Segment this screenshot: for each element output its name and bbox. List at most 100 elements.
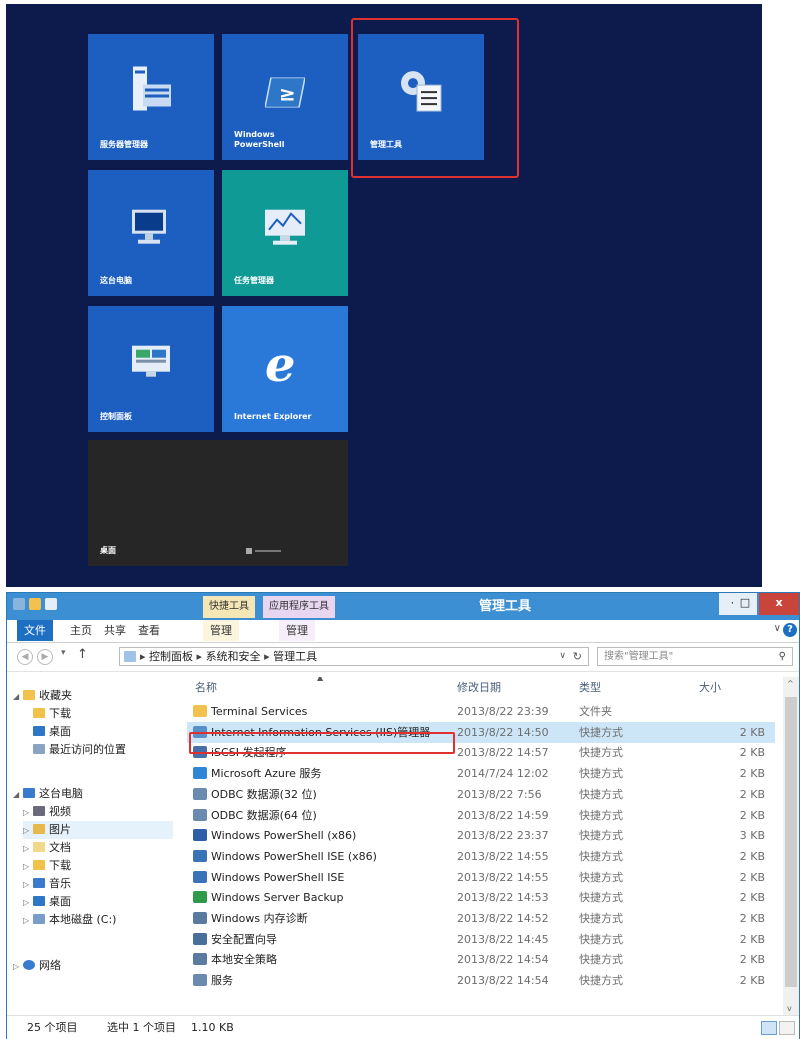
cell-date: 2013/8/22 14:59	[457, 808, 549, 822]
table-row[interactable]: 安全配置向导 2013/8/22 14:45 快捷方式 2 KB	[187, 929, 775, 950]
tab-home[interactable]: 主页	[63, 620, 99, 641]
search-icon[interactable]: ⚲	[779, 648, 786, 665]
nav-item-music[interactable]: ▷ 音乐	[23, 875, 71, 893]
vertical-scrollbar[interactable]: ^ v	[783, 677, 799, 1015]
table-row[interactable]: 服务 2013/8/22 14:54 快捷方式 2 KB	[187, 970, 775, 991]
chevron-down-icon[interactable]: ∨	[774, 623, 781, 634]
nav-item-documents[interactable]: ▷ 文档	[23, 839, 71, 857]
column-header-date[interactable]: 修改日期	[457, 677, 501, 699]
table-row[interactable]: ODBC 数据源(64 位) 2013/8/22 14:59 快捷方式 2 KB	[187, 805, 775, 826]
tab-view[interactable]: 查看	[131, 620, 167, 641]
close-button[interactable]: x	[759, 593, 799, 615]
column-header-name[interactable]: 名称	[195, 677, 217, 699]
cell-type: 快捷方式	[579, 829, 623, 843]
file-name: 本地安全策略	[211, 953, 277, 967]
search-input[interactable]: 搜索"管理工具" ⚲	[597, 647, 793, 666]
computer-icon	[132, 209, 166, 244]
cell-name: Microsoft Azure 服务	[193, 763, 321, 784]
nav-favorites[interactable]: ◢ 收藏夹	[13, 687, 72, 705]
nav-this-pc[interactable]: ◢ 这台电脑	[13, 785, 83, 803]
tile-desktop[interactable]: 桌面	[88, 440, 348, 566]
nav-network[interactable]: ▷ 网络	[13, 957, 61, 975]
cell-type: 快捷方式	[579, 849, 623, 863]
folder-icon[interactable]	[29, 598, 41, 610]
nav-item-desktop[interactable]: 桌面	[33, 723, 71, 741]
details-view-icon[interactable]	[761, 1021, 777, 1035]
file-name: Windows Server Backup	[211, 891, 344, 905]
azure-icon	[193, 767, 207, 780]
forward-button[interactable]: ▶	[37, 649, 53, 665]
table-row[interactable]: 本地安全策略 2013/8/22 14:54 快捷方式 2 KB	[187, 949, 775, 970]
desktop-icon	[33, 726, 45, 736]
maximize-button[interactable]: □	[733, 593, 757, 615]
nav-item-downloads[interactable]: 下载	[33, 705, 71, 723]
cell-type: 快捷方式	[579, 974, 623, 988]
nav-label: 桌面	[49, 725, 71, 738]
cell-name: Windows 内存诊断	[193, 908, 308, 929]
table-row[interactable]: Windows PowerShell ISE (x86) 2013/8/22 14…	[187, 846, 775, 867]
quick-access-toolbar	[13, 598, 57, 610]
nav-item-downloads-pc[interactable]: ▷ 下载	[23, 857, 71, 875]
context-tab-app-tools[interactable]: 应用程序工具	[263, 596, 335, 618]
tile-this-pc[interactable]: 这台电脑	[88, 170, 214, 296]
cell-size: 2 KB	[739, 953, 765, 967]
nav-item-local-disk[interactable]: ▷ 本地磁盘 (C:)	[23, 911, 116, 929]
table-row[interactable]: Microsoft Azure 服务 2014/7/24 12:02 快捷方式 2 K…	[187, 763, 775, 784]
cell-name: Windows PowerShell ISE (x86)	[193, 846, 377, 867]
help-icon[interactable]: ?	[783, 623, 797, 637]
breadcrumb-control-panel[interactable]: 控制面板	[149, 650, 193, 663]
tab-file[interactable]: 文件	[17, 620, 53, 641]
address-dropdown-icon[interactable]: ∨	[559, 648, 566, 665]
scroll-down-icon[interactable]: v	[787, 1004, 792, 1013]
table-row[interactable]: Windows PowerShell (x86) 2013/8/22 23:37 快…	[187, 825, 775, 846]
nav-label: 本地磁盘 (C:)	[49, 913, 117, 926]
cell-type: 快捷方式	[579, 725, 623, 739]
nav-item-recent[interactable]: 最近访问的位置	[33, 741, 126, 759]
tile-internet-explorer[interactable]: e Internet Explorer	[222, 306, 348, 432]
tab-manage-shortcut[interactable]: 管理	[203, 620, 239, 641]
nav-label: 桌面	[49, 895, 71, 908]
folder-icon	[193, 705, 207, 717]
cell-date: 2013/8/22 14:55	[457, 870, 549, 884]
up-button[interactable]: ↑	[77, 647, 88, 662]
recent-dropdown-icon[interactable]: ▾	[61, 648, 66, 658]
scroll-up-icon[interactable]: ^	[787, 679, 794, 688]
tile-server-manager[interactable]: 服务器管理器	[88, 34, 214, 160]
scroll-thumb[interactable]	[785, 697, 797, 987]
cell-name: ODBC 数据源(32 位)	[193, 784, 317, 805]
table-row[interactable]: Windows 内存诊断 2013/8/22 14:52 快捷方式 2 KB	[187, 908, 775, 929]
column-header-size[interactable]: 大小	[699, 677, 721, 699]
tile-label: 桌面	[100, 546, 116, 555]
nav-item-videos[interactable]: ▷ 视频	[23, 803, 71, 821]
back-button[interactable]: ◀	[17, 649, 33, 665]
cell-date: 2013/8/22 14:55	[457, 849, 549, 863]
highlight-box	[189, 732, 455, 754]
tile-powershell[interactable]: ≥ Windows PowerShell	[222, 34, 348, 160]
app-icon[interactable]	[13, 598, 25, 610]
refresh-icon[interactable]: ↻	[573, 648, 582, 665]
nav-label: 文档	[49, 841, 71, 854]
tile-control-panel[interactable]: 控制面板	[88, 306, 214, 432]
table-row[interactable]: ODBC 数据源(32 位) 2013/8/22 7:56 快捷方式 2 KB	[187, 784, 775, 805]
large-icons-view-icon[interactable]	[779, 1021, 795, 1035]
table-row[interactable]: Windows PowerShell ISE 2013/8/22 14:55 快捷方…	[187, 867, 775, 888]
security-icon	[193, 932, 207, 945]
nav-item-desktop-pc[interactable]: ▷ 桌面	[23, 893, 71, 911]
nav-item-pictures[interactable]: ▷ 图片	[23, 821, 173, 839]
address-box[interactable]: ▸ 控制面板 ▸ 系统和安全 ▸ 管理工具 ∨ ↻	[119, 647, 589, 666]
tile-task-manager[interactable]: 任务管理器	[222, 170, 348, 296]
cell-size: 2 KB	[739, 746, 765, 760]
table-row[interactable]: Terminal Services 2013/8/22 23:39 文件夹	[187, 701, 775, 722]
properties-icon[interactable]	[45, 598, 57, 610]
breadcrumb-admin-tools[interactable]: 管理工具	[273, 650, 317, 663]
context-tab-shortcut-tools[interactable]: 快捷工具	[203, 596, 255, 618]
desktop-icon	[33, 896, 45, 906]
cell-name: 服务	[193, 970, 233, 991]
breadcrumb-system-security[interactable]: 系统和安全	[206, 650, 261, 663]
cell-date: 2013/8/22 14:45	[457, 932, 549, 946]
ribbon-tabs: 文件 主页 共享 查看 管理 管理 ∨ ?	[7, 620, 799, 643]
tab-share[interactable]: 共享	[97, 620, 133, 641]
table-row[interactable]: Windows Server Backup 2013/8/22 14:53 快捷方式…	[187, 887, 775, 908]
tab-manage-app[interactable]: 管理	[279, 620, 315, 641]
column-header-type[interactable]: 类型	[579, 677, 601, 699]
